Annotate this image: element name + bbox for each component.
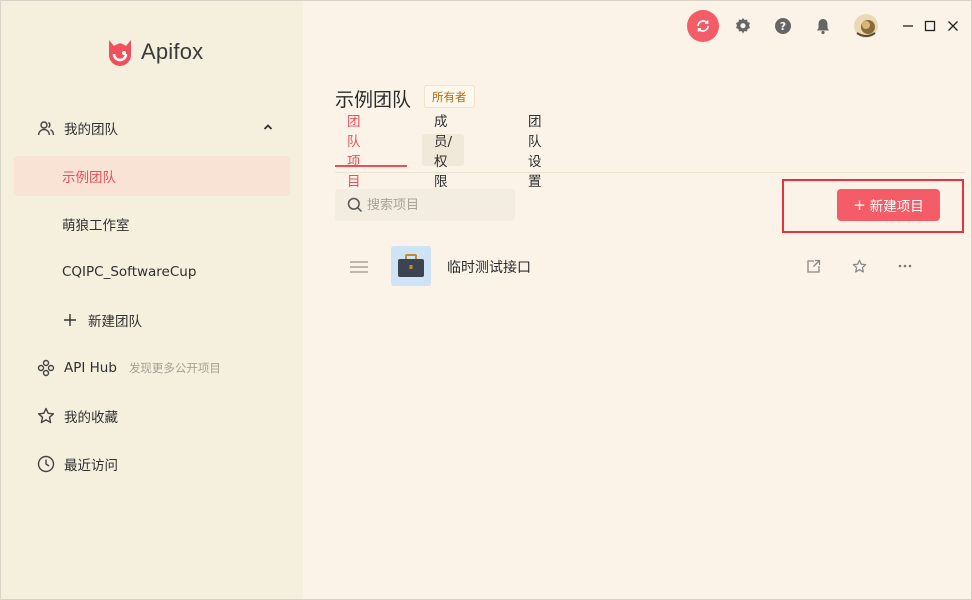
- maximize-icon: [924, 20, 936, 32]
- avatar[interactable]: [850, 10, 882, 42]
- close-button[interactable]: [941, 10, 965, 42]
- apifox-logo-icon: [109, 40, 131, 66]
- sidebar-item-label: 新建团队: [88, 314, 142, 330]
- more-options-icon[interactable]: [895, 256, 915, 276]
- active-tab-indicator: [335, 165, 407, 167]
- app-window: Apifox 我的团队 示例团队 萌狼工作室 CQIPC_SoftwareCup…: [0, 0, 972, 600]
- sidebar-item-label: 示例团队: [62, 170, 116, 186]
- sidebar-item-label: API Hub: [64, 360, 117, 376]
- sidebar-item-my-teams[interactable]: 我的团队: [14, 108, 290, 148]
- briefcase-icon: [398, 254, 424, 277]
- star-icon: [36, 406, 56, 426]
- tab-team-settings[interactable]: 团队设置: [516, 114, 554, 190]
- project-row[interactable]: 临时测试接口: [335, 244, 935, 288]
- open-external-icon[interactable]: [803, 256, 823, 276]
- close-icon: [948, 21, 958, 31]
- notifications-button[interactable]: [807, 10, 839, 42]
- sidebar-item-label: CQIPC_SoftwareCup: [62, 264, 197, 280]
- api-hub-icon: [36, 358, 56, 378]
- role-badge: 所有者: [424, 85, 475, 108]
- sync-button[interactable]: [687, 10, 719, 42]
- sidebar-item-team-example[interactable]: 示例团队: [14, 156, 290, 196]
- page-title: 示例团队: [335, 89, 412, 111]
- app-name: Apifox: [141, 39, 204, 64]
- tab-members-permissions[interactable]: 成员/权限: [422, 114, 465, 190]
- sidebar-item-team-studio[interactable]: 萌狼工作室: [14, 204, 290, 244]
- sidebar-item-team-cqipc[interactable]: CQIPC_SoftwareCup: [14, 252, 290, 292]
- search-icon: [347, 197, 363, 213]
- sidebar-item-hint: 发现更多公开项目: [128, 361, 221, 375]
- chevron-up-icon[interactable]: [262, 121, 274, 137]
- project-thumbnail: [391, 246, 431, 286]
- svg-text:?: ?: [780, 20, 786, 33]
- search-input[interactable]: [367, 197, 497, 213]
- avatar-image: [854, 14, 878, 38]
- clock-icon: [36, 454, 56, 474]
- help-icon: ?: [775, 18, 791, 34]
- minimize-button[interactable]: [896, 10, 920, 42]
- tab-team-projects[interactable]: 团队项目: [335, 114, 373, 190]
- favorite-star-icon[interactable]: [849, 256, 869, 276]
- gear-icon: [736, 18, 750, 34]
- help-button[interactable]: ?: [767, 10, 799, 42]
- bell-icon: [817, 19, 829, 35]
- app-logo: Apifox: [102, 34, 203, 70]
- sidebar-item-label: 最近访问: [64, 458, 118, 474]
- maximize-button[interactable]: [918, 10, 942, 42]
- project-name[interactable]: 临时测试接口: [447, 257, 531, 277]
- sidebar-item-favorites[interactable]: 我的收藏: [14, 396, 290, 436]
- new-project-label: 新建项目: [869, 199, 924, 215]
- sidebar-item-new-team[interactable]: 新建团队: [14, 300, 290, 340]
- tab-divider: [335, 172, 965, 173]
- plus-icon: [60, 310, 80, 330]
- sidebar-item-label: 我的团队: [64, 122, 118, 138]
- project-search: [335, 189, 515, 221]
- sidebar-item-api-hub[interactable]: API Hub 发现更多公开项目: [14, 348, 290, 388]
- sidebar-item-label: 萌狼工作室: [62, 218, 130, 234]
- sync-icon: [697, 20, 709, 32]
- sidebar-item-recent[interactable]: 最近访问: [14, 444, 290, 484]
- drag-handle-icon[interactable]: [349, 259, 369, 278]
- sidebar: Apifox 我的团队 示例团队 萌狼工作室 CQIPC_SoftwareCup…: [1, 1, 303, 599]
- settings-button[interactable]: [727, 10, 759, 42]
- minimize-icon: [903, 25, 913, 27]
- new-project-button[interactable]: + 新建项目: [837, 189, 940, 221]
- plus-icon: +: [853, 196, 866, 214]
- sidebar-item-label: 我的收藏: [64, 410, 118, 426]
- users-icon: [36, 118, 56, 138]
